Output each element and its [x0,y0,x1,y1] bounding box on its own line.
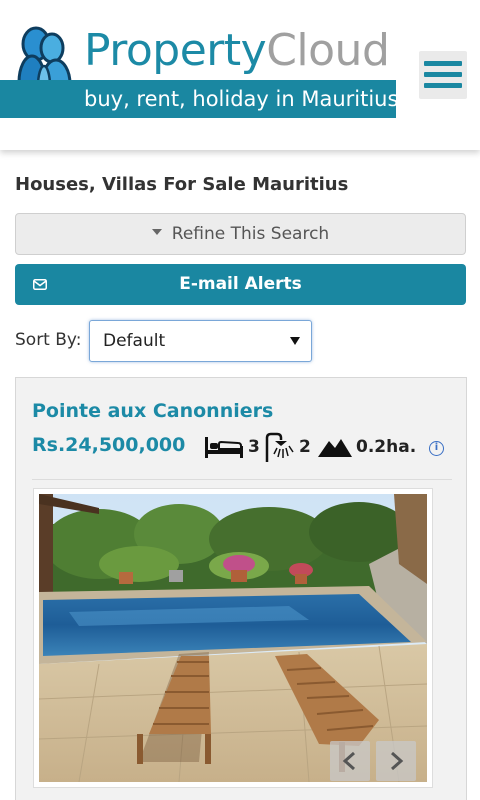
chevron-left-icon [342,751,355,771]
info-icon[interactable]: i [429,441,444,456]
card-divider [32,479,452,480]
listing-title[interactable]: Pointe aux Canonniers [32,400,273,422]
refine-search-button[interactable]: Refine This Search [15,213,466,255]
listing-card: Pointe aux Canonniers Rs.24,500,000 3 2 [15,377,467,800]
site-header: buy, rent, holiday in Mauritius Property… [0,0,480,150]
envelope-icon [33,279,47,290]
next-photo-button[interactable] [376,741,416,781]
listing-photo[interactable] [39,494,427,782]
prev-photo-button[interactable] [330,741,370,781]
site-logo[interactable]: buy, rent, holiday in Mauritius Property… [0,20,400,120]
logo-tagline-band: buy, rent, holiday in Mauritius [0,80,399,118]
land-icon [318,439,352,457]
listing-photo-frame [33,488,433,788]
logo-title-cloud: Cloud [266,25,390,76]
caret-down-icon [151,229,162,235]
logo-tagline: buy, rent, holiday in Mauritius [84,87,399,111]
dropdown-arrow-icon [290,337,300,345]
hamburger-menu-icon[interactable] [419,51,467,99]
listing-price: Rs.24,500,000 [32,434,186,456]
sort-selected-value: Default [103,331,166,351]
menu-bar [424,83,462,88]
refine-search-label: Refine This Search [171,224,330,244]
sort-by-label: Sort By: [15,330,82,350]
menu-bar [424,72,462,77]
pool-photo [39,494,427,782]
email-alerts-button[interactable]: E-mail Alerts [15,264,466,305]
chevron-right-icon [391,751,404,771]
menu-bar [424,61,462,66]
email-alerts-label: E-mail Alerts [179,274,302,294]
page-title: Houses, Villas For Sale Mauritius [15,174,349,195]
shower-icon [265,432,294,462]
logo-title-property: Property [84,25,267,76]
land-size: 0.2ha. [356,437,417,457]
bed-icon [205,437,243,458]
bathrooms-feature: 2 [263,432,311,462]
sort-select[interactable]: Default [89,320,312,362]
bedrooms-feature: 3 [204,432,260,462]
logo-title: PropertyCloud [84,25,390,76]
bedrooms-count: 3 [248,437,260,457]
land-feature: 0.2ha. [318,432,416,462]
bathrooms-count: 2 [299,437,311,457]
